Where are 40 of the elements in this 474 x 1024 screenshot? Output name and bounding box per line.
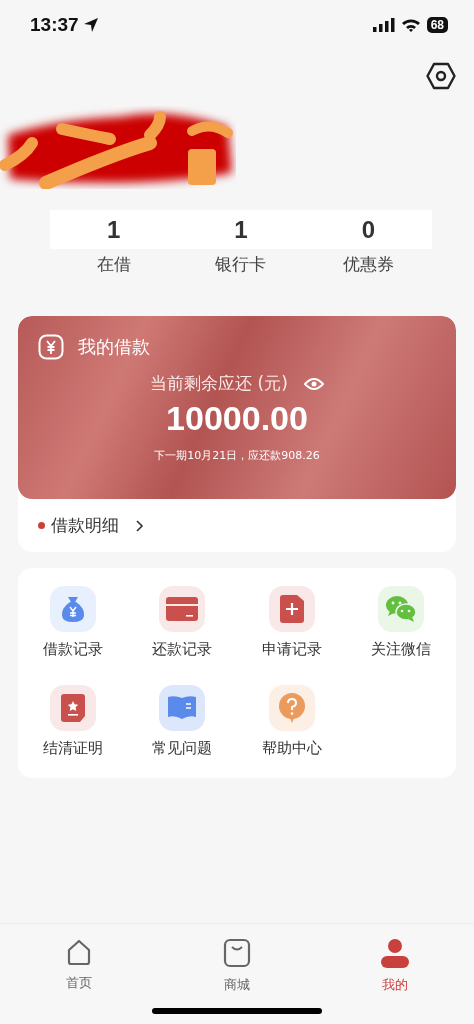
location-arrow-icon (82, 17, 99, 33)
yuan-icon (38, 334, 64, 360)
stat-label: 银行卡 (215, 253, 267, 276)
certificate-icon (60, 694, 85, 722)
question-bubble-icon (277, 693, 306, 723)
loan-detail-link[interactable]: 借款明细 (51, 514, 119, 537)
service-label[interactable]: 申请记录 (261, 640, 322, 659)
service-label[interactable]: 借款记录 (42, 640, 103, 659)
stat-value: 0 (361, 215, 375, 244)
stat-value: 1 (234, 215, 248, 244)
eye-icon[interactable] (303, 376, 324, 391)
service-label[interactable]: 常见问题 (152, 739, 213, 758)
wifi-icon (400, 18, 421, 32)
stat-value: 1 (107, 215, 121, 244)
stat-label: 优惠券 (342, 253, 394, 276)
bullet-dot (38, 522, 45, 529)
book-icon (166, 695, 199, 721)
money-bag-icon (59, 595, 86, 623)
settings-icon[interactable] (426, 62, 456, 90)
service-label[interactable]: 关注微信 (371, 640, 432, 659)
tab[interactable]: 商城 (158, 938, 316, 994)
tab[interactable]: 首页 (0, 938, 158, 994)
add-document-icon (279, 595, 304, 623)
status-time: 13:37 (30, 14, 79, 36)
amount-label: 当前剩余应还 (元) (150, 372, 288, 395)
card-title: 我的借款 (78, 335, 150, 359)
person-icon[interactable] (380, 938, 410, 968)
battery-level: 68 (426, 17, 448, 33)
service-label[interactable]: 结清证明 (42, 739, 103, 758)
shopping-bag-icon[interactable] (223, 938, 251, 968)
amount-value: 10000.00 (165, 399, 309, 438)
next-payment-text: 下一期10月21日，应还款908.26 (153, 448, 321, 463)
home-icon[interactable] (65, 938, 93, 966)
card-icon (166, 597, 199, 621)
tab[interactable]: 我的 (316, 938, 474, 994)
service-label[interactable]: 帮助中心 (261, 739, 322, 758)
chat-bubbles-icon (385, 595, 418, 623)
service-label[interactable]: 还款记录 (152, 640, 213, 659)
signal-icon (372, 18, 395, 32)
stat-label: 在借 (96, 253, 131, 276)
